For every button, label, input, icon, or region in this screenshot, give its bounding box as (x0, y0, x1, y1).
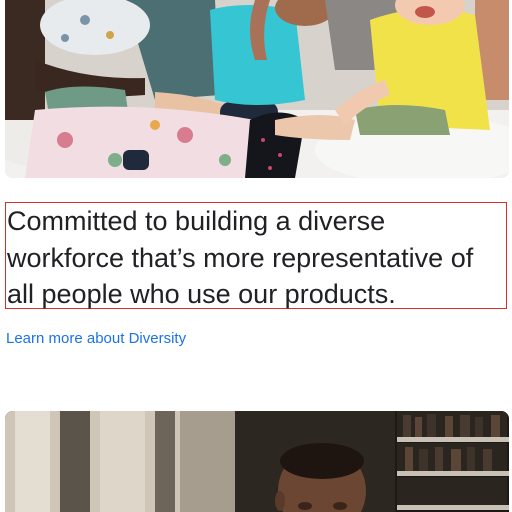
next-story-photo (5, 411, 509, 512)
diversity-photo (5, 0, 509, 178)
page: Committed to building a diverse workforc… (0, 0, 512, 512)
learn-more-diversity-link[interactable]: Learn more about Diversity (6, 329, 186, 349)
diversity-headline: Committed to building a diverse workforc… (5, 202, 507, 309)
